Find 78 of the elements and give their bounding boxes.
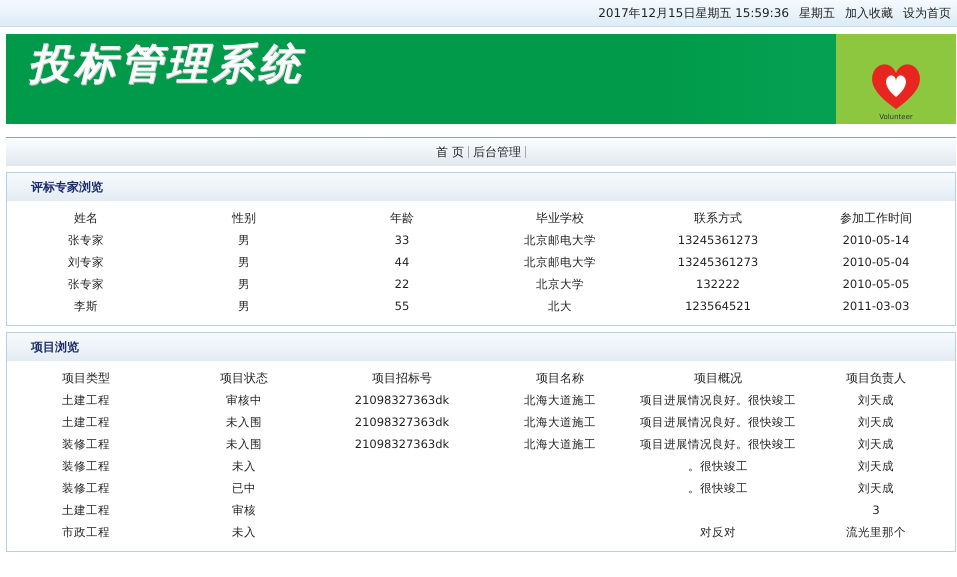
table-cell-text: 装修工程	[61, 436, 111, 453]
table-cell-text: 市政工程	[61, 524, 111, 541]
table-cell-text: 刘天成	[857, 458, 895, 475]
table-cell-text: 未入	[231, 458, 257, 475]
date-time: 2017年12月15日星期五 15:59:36	[598, 4, 789, 22]
table-cell-text: 2010-05-04	[842, 254, 910, 271]
table-cell-text: 李斯	[73, 298, 99, 315]
column-header: 联系方式	[693, 210, 743, 227]
table-cell-text: 2011-03-03	[842, 298, 910, 315]
table-cell-text: 刘天成	[857, 414, 895, 431]
table-cell-text: 张专家	[67, 232, 105, 249]
table-cell-text: 装修工程	[61, 458, 111, 475]
table-cell-text: 项目进展情况良好。很快竣工	[639, 392, 797, 409]
nav-link[interactable]: 后台管理	[472, 144, 521, 160]
column-header: 毕业学校	[535, 210, 585, 227]
table-cell-text: 44	[394, 254, 410, 271]
table-cell-text: 123564521	[684, 298, 752, 315]
panel-title: 项目浏览	[31, 338, 79, 356]
table-cell-text: 男	[237, 298, 251, 315]
table-cell-text: 流光里那个	[845, 524, 907, 541]
table-cell-text: 北京大学	[535, 276, 585, 293]
table-cell-text: 北京邮电大学	[523, 232, 597, 249]
site-title: 投标管理系统	[28, 38, 304, 90]
column-header: 项目概况	[693, 370, 743, 387]
column-header: 项目名称	[535, 370, 585, 387]
table-cell-text: 未入	[231, 524, 257, 541]
weekday: 星期五	[799, 4, 835, 22]
table-cell-text: 男	[237, 232, 251, 249]
table-cell-text: 北京邮电大学	[523, 254, 597, 271]
header-link[interactable]: 加入收藏	[845, 4, 893, 22]
table-cell-text: 刘天成	[857, 392, 895, 409]
table-cell-text: 3	[871, 502, 881, 519]
table-cell-text: 男	[237, 276, 251, 293]
table-cell-text: 2010-05-05	[842, 276, 910, 293]
table-cell-text: 项目进展情况良好。很快竣工	[639, 436, 797, 453]
table-cell-text: 审核中	[225, 392, 263, 409]
table-cell-text: 男	[237, 254, 251, 271]
table-cell-text: 对反对	[699, 524, 737, 541]
table-cell-text: 北海大道施工	[523, 392, 597, 409]
table-cell-text: 13245361273	[676, 254, 760, 271]
table-cell-text: 张专家	[67, 276, 105, 293]
column-header: 年龄	[389, 210, 415, 227]
table-cell-text: 。很快竣工	[687, 480, 749, 497]
table-cell-text: 审核	[231, 502, 257, 519]
table-cell-text: 55	[394, 298, 410, 315]
table-cell-text: 刘专家	[67, 254, 105, 271]
table-cell-text: 21098327363dk	[354, 436, 450, 453]
column-header: 项目状态	[219, 370, 269, 387]
nav-link[interactable]: 首 页	[436, 144, 464, 160]
table-cell-text: 装修工程	[61, 480, 111, 497]
column-header: 项目类型	[61, 370, 111, 387]
table-cell-text: 2010-05-14	[842, 232, 910, 249]
table-cell-text: 土建工程	[61, 414, 111, 431]
table-cell-text: 刘天成	[857, 480, 895, 497]
table-cell-text: 已中	[231, 480, 257, 497]
column-header: 项目招标号	[371, 370, 433, 387]
column-header: 姓名	[73, 210, 99, 227]
column-header: 参加工作时间	[839, 210, 913, 227]
table-cell-text: 刘天成	[857, 436, 895, 453]
table-cell-text: 33	[394, 232, 410, 249]
column-header: 项目负责人	[845, 370, 907, 387]
table-cell-text: 北大	[547, 298, 573, 315]
table-cell-text: 项目进展情况良好。很快竣工	[639, 414, 797, 431]
table-cell-text: 。很快竣工	[687, 458, 749, 475]
table-cell-text: 21098327363dk	[354, 392, 450, 409]
panel-title: 评标专家浏览	[31, 178, 103, 196]
table-cell-text: 22	[394, 276, 410, 293]
table-cell-text: 未入围	[225, 414, 263, 431]
table-cell-text: 21098327363dk	[354, 414, 450, 431]
table-cell-text: 132222	[695, 276, 741, 293]
column-header: 性别	[230, 210, 257, 227]
table-cell-text: 未入围	[225, 436, 263, 453]
table-cell-text: 13245361273	[676, 232, 760, 249]
table-cell-text: 土建工程	[61, 502, 111, 519]
header-link[interactable]: 设为首页	[903, 4, 951, 22]
table-cell-text: 土建工程	[61, 392, 111, 409]
table-cell-text: 北海大道施工	[523, 414, 597, 431]
table-cell-text: 北海大道施工	[523, 436, 597, 453]
